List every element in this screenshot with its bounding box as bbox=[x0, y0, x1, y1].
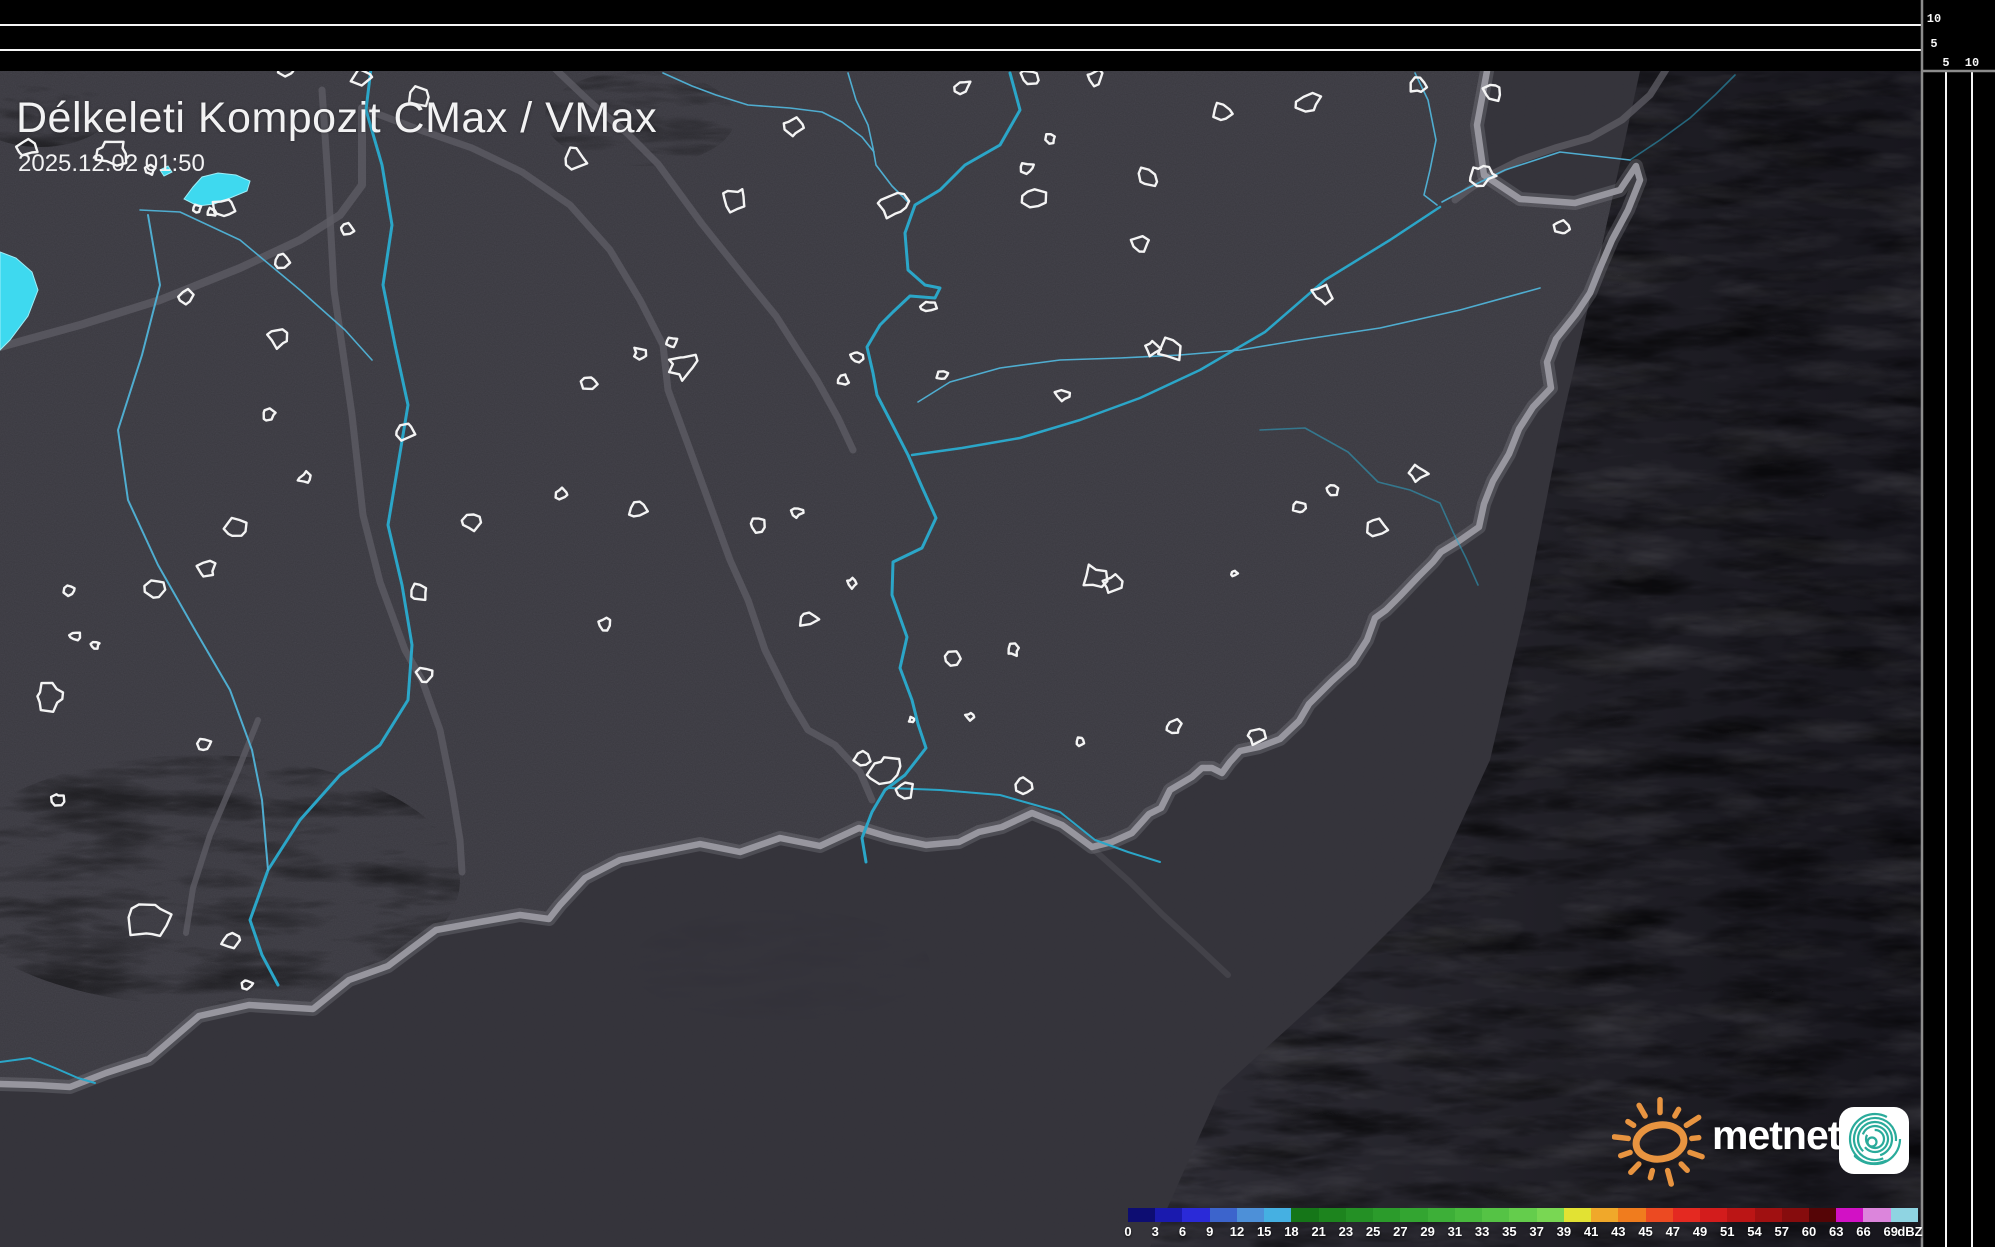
legend-tick-label: 60 bbox=[1802, 1224, 1816, 1238]
legend-swatch bbox=[1319, 1208, 1347, 1222]
legend-tick-label: 41 bbox=[1584, 1224, 1598, 1238]
legend-tick-label: 57 bbox=[1775, 1224, 1789, 1238]
top-profile-panel bbox=[0, 0, 1921, 71]
legend-tick-label: 69 bbox=[1883, 1224, 1897, 1238]
legend-swatch bbox=[1646, 1208, 1674, 1222]
scale-tick-label: 5 bbox=[1930, 37, 1937, 51]
dbz-color-legend: 0369121518212325272931333537394143454749… bbox=[1128, 1208, 1958, 1242]
radar-app-window: Délkeleti Kompozit CMax / VMax 2025.12.0… bbox=[0, 0, 1995, 1247]
scale-tick-label: 5 bbox=[1942, 56, 1949, 70]
legend-tick-label: 29 bbox=[1420, 1224, 1434, 1238]
legend-swatch bbox=[1673, 1208, 1701, 1222]
legend-swatch bbox=[1346, 1208, 1374, 1222]
legend-swatch bbox=[1291, 1208, 1319, 1222]
legend-tick-label: 21 bbox=[1311, 1224, 1325, 1238]
legend-swatch bbox=[1755, 1208, 1783, 1222]
legend-swatch bbox=[1537, 1208, 1565, 1222]
legend-swatch bbox=[1128, 1208, 1156, 1222]
legend-tick-label: 6 bbox=[1179, 1224, 1186, 1238]
legend-swatch bbox=[1782, 1208, 1810, 1222]
legend-tick-label: 54 bbox=[1747, 1224, 1761, 1238]
timestamp: 2025.12.02 01:50 bbox=[18, 150, 205, 178]
right-profile-panel bbox=[1921, 0, 1995, 1247]
legend-swatch bbox=[1428, 1208, 1456, 1222]
legend-tick-label: 43 bbox=[1611, 1224, 1625, 1238]
spiral-app-icon bbox=[1838, 1106, 1910, 1176]
legend-tick-label: 45 bbox=[1638, 1224, 1652, 1238]
scale-tick-label: 10 bbox=[1927, 12, 1941, 26]
legend-tick-label: 49 bbox=[1693, 1224, 1707, 1238]
legend-swatch bbox=[1727, 1208, 1755, 1222]
legend-tick-label: 51 bbox=[1720, 1224, 1734, 1238]
legend-tick-label: 33 bbox=[1475, 1224, 1489, 1238]
legend-swatch bbox=[1836, 1208, 1864, 1222]
legend-tick-label: 27 bbox=[1393, 1224, 1407, 1238]
legend-tick-label: 35 bbox=[1502, 1224, 1516, 1238]
legend-tick-label: 18 bbox=[1284, 1224, 1298, 1238]
legend-tick-label: 12 bbox=[1230, 1224, 1244, 1238]
legend-tick-label: 66 bbox=[1856, 1224, 1870, 1238]
legend-swatch bbox=[1809, 1208, 1837, 1222]
legend-tick-label: 15 bbox=[1257, 1224, 1271, 1238]
legend-swatch bbox=[1564, 1208, 1592, 1222]
scale-tick-label: 10 bbox=[1965, 56, 1979, 70]
legend-swatch bbox=[1373, 1208, 1401, 1222]
legend-swatch bbox=[1700, 1208, 1728, 1222]
metnet-branding: metnet bbox=[1612, 1096, 1912, 1186]
legend-tick-label: 0 bbox=[1124, 1224, 1131, 1238]
brand-logo-text: metnet bbox=[1712, 1112, 1840, 1159]
legend-swatch bbox=[1400, 1208, 1428, 1222]
legend-tick-label: 39 bbox=[1557, 1224, 1571, 1238]
legend-tick-label: 9 bbox=[1206, 1224, 1213, 1238]
sun-icon bbox=[1612, 1096, 1708, 1188]
radar-map bbox=[0, 0, 1995, 1247]
legend-tick-label: 23 bbox=[1339, 1224, 1353, 1238]
legend-tick-label: 37 bbox=[1529, 1224, 1543, 1238]
legend-swatch bbox=[1237, 1208, 1265, 1222]
legend-swatch bbox=[1455, 1208, 1483, 1222]
legend-swatch bbox=[1618, 1208, 1646, 1222]
legend-swatch bbox=[1891, 1208, 1919, 1222]
map-layer bbox=[0, 0, 1921, 1247]
page-title: Délkeleti Kompozit CMax / VMax bbox=[16, 94, 657, 143]
legend-swatch bbox=[1210, 1208, 1238, 1222]
legend-swatch bbox=[1509, 1208, 1537, 1222]
legend-tick-label: 25 bbox=[1366, 1224, 1380, 1238]
legend-swatch bbox=[1182, 1208, 1210, 1222]
legend-tick-label: 31 bbox=[1448, 1224, 1462, 1238]
legend-tick-label: 47 bbox=[1666, 1224, 1680, 1238]
legend-tick-label: 63 bbox=[1829, 1224, 1843, 1238]
legend-swatch bbox=[1155, 1208, 1183, 1222]
legend-swatch bbox=[1264, 1208, 1292, 1222]
legend-swatch bbox=[1591, 1208, 1619, 1222]
legend-swatch bbox=[1863, 1208, 1891, 1222]
legend-tick-label: 3 bbox=[1152, 1224, 1159, 1238]
legend-unit-label: dBZ bbox=[1897, 1224, 1922, 1238]
legend-swatch bbox=[1482, 1208, 1510, 1222]
